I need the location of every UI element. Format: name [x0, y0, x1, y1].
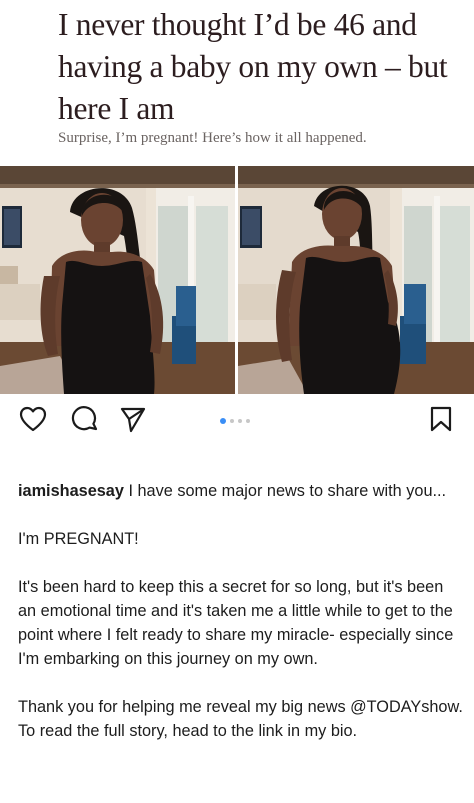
- article-subhead: Surprise, I’m pregnant! Here’s how it al…: [58, 130, 367, 146]
- carousel-dot: [246, 419, 250, 423]
- share-button[interactable]: [118, 406, 148, 436]
- post-action-bar: [0, 394, 474, 446]
- article-headline: I never thought I’d be 46 and having a b…: [58, 7, 448, 126]
- caption-paragraph: Thank you for helping me reveal my big n…: [18, 695, 463, 743]
- photo-after: [238, 166, 474, 394]
- save-button[interactable]: [426, 406, 456, 436]
- caption-paragraph: It's been hard to keep this a secret for…: [18, 578, 454, 668]
- send-icon: [119, 405, 147, 438]
- caption-intro: I have some major news to share with you…: [128, 482, 447, 500]
- like-button[interactable]: [18, 406, 48, 436]
- carousel-dot: [238, 419, 242, 423]
- photo-carousel[interactable]: [0, 166, 474, 394]
- carousel-indicator: [220, 418, 250, 424]
- mention-link[interactable]: @TODAYshow: [350, 698, 458, 716]
- username-link[interactable]: iamishasesay: [18, 482, 124, 500]
- carousel-dot: [230, 419, 234, 423]
- carousel-dot: [220, 418, 226, 424]
- caption-paragraph: iamishasesay I have some major news to s…: [18, 479, 463, 503]
- photo-before: [0, 166, 235, 394]
- heart-icon: [19, 406, 47, 437]
- comment-icon: [71, 405, 99, 438]
- post-caption: iamishasesay I have some major news to s…: [18, 479, 463, 743]
- comment-button[interactable]: [70, 405, 100, 438]
- caption-paragraph: I'm PREGNANT!: [18, 530, 139, 548]
- caption-text: Thank you for helping me reveal my big n…: [18, 698, 351, 716]
- bookmark-icon: [429, 405, 453, 438]
